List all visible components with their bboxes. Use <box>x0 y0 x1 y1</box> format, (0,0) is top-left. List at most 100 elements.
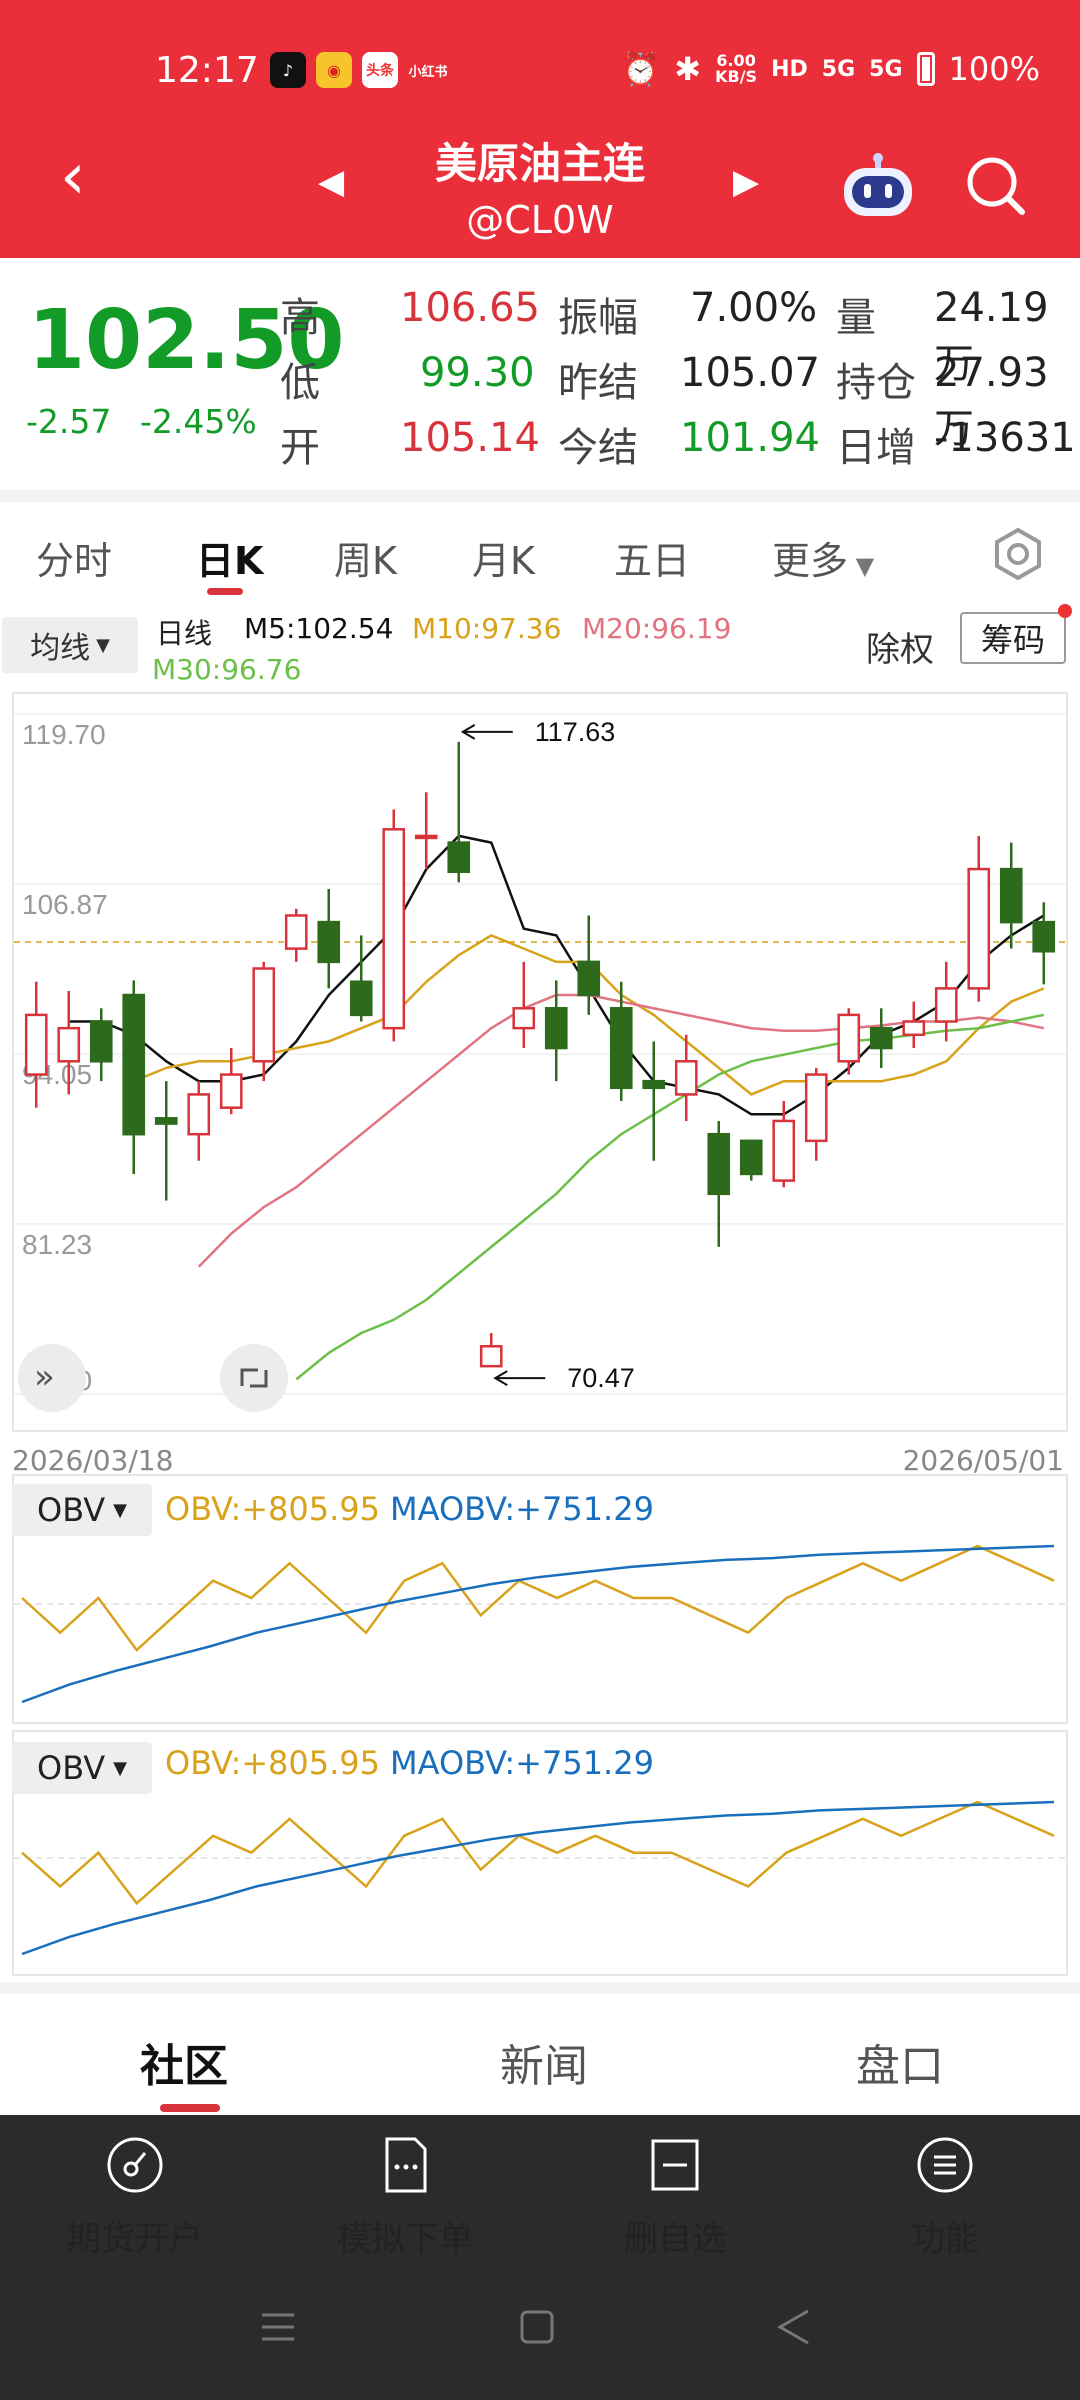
section-divider-2 <box>0 1982 1080 1994</box>
price-change: -2.57 <box>26 402 112 441</box>
obv-selector-2[interactable]: OBV ▼ <box>12 1742 152 1794</box>
obv-value-1: OBV:+805.95 <box>165 1490 380 1528</box>
tab-intraday[interactable]: 分时 <box>36 530 112 585</box>
active-tab-indicator <box>207 588 243 595</box>
open-account-label: 期货开户 <box>67 2219 203 2259</box>
status-notification-icons: ♪ ◉ 头条 小红书 <box>270 52 448 88</box>
annotation-label: 70.47 <box>567 1363 635 1393</box>
tab-daily-k[interactable]: 日K <box>196 530 263 585</box>
weibo-icon: ◉ <box>316 52 352 88</box>
tab-monthly-k[interactable]: 月K <box>472 530 535 585</box>
settle-value: 101.94 <box>680 415 820 461</box>
fullscreen-button[interactable] <box>220 1344 288 1412</box>
candle[interactable] <box>804 1067 828 1161</box>
price-change-pct: -2.45% <box>140 402 257 441</box>
signal-5g-1: 5G <box>821 56 856 82</box>
obv-selector-1[interactable]: OBV ▼ <box>12 1484 152 1536</box>
open-account-button[interactable]: 期货开户 <box>35 2135 235 2260</box>
tab-news[interactable]: 新闻 <box>500 2030 588 2094</box>
search-icon[interactable] <box>960 150 1030 220</box>
battery-icon <box>916 52 935 86</box>
amplitude-label: 振幅 <box>558 295 638 341</box>
high-label: 高 <box>280 295 320 341</box>
minus-square-icon <box>651 2139 699 2191</box>
back-nav-icon[interactable] <box>774 2305 814 2349</box>
candle[interactable] <box>902 1001 926 1049</box>
menu-circle-icon <box>917 2137 973 2193</box>
tab-five-day[interactable]: 五日 <box>614 530 690 585</box>
candle[interactable] <box>382 809 406 1042</box>
candle[interactable] <box>999 842 1023 949</box>
candle[interactable] <box>187 1081 211 1161</box>
candle[interactable] <box>154 1081 178 1201</box>
kline-svg: 119.70106.8794.0581.2368.40117.6370.47» <box>14 713 1066 1412</box>
page-subtitle: @CL0W <box>466 198 614 242</box>
candle[interactable] <box>642 1041 666 1161</box>
open-value: 105.14 <box>400 415 540 461</box>
y-tick-label: 81.23 <box>22 1229 92 1260</box>
candle[interactable] <box>252 961 276 1082</box>
status-indicators: ⏰ ✱ 6.00 KB/S HD 5G 5G 100% <box>620 50 1040 88</box>
m10-value: M10:97.36 <box>412 612 562 645</box>
obv-line <box>21 1544 1055 1652</box>
maobv-value-2: MAOBV:+751.29 <box>390 1744 654 1782</box>
candle[interactable] <box>89 1008 113 1082</box>
simulated-order-label: 模拟下单 <box>337 2219 473 2259</box>
app-header: 12:17 ♪ ◉ 头条 小红书 ⏰ ✱ 6.00 KB/S HD 5G 5G 1… <box>0 0 1080 258</box>
menu-nav-icon[interactable] <box>258 2305 298 2349</box>
candle[interactable] <box>447 741 471 883</box>
prev-settle-value: 105.07 <box>680 350 820 396</box>
candle[interactable] <box>707 1120 731 1247</box>
candle[interactable] <box>219 1048 243 1115</box>
candle[interactable] <box>479 1333 503 1368</box>
next-contract-icon[interactable]: ▶ <box>733 162 759 202</box>
candle[interactable] <box>869 1008 893 1068</box>
notification-dot <box>1058 604 1072 618</box>
maobv-line <box>21 1800 1055 1956</box>
oi-label: 持仓 <box>836 360 916 406</box>
functions-label: 功能 <box>911 2219 979 2259</box>
x-axis-end-date: 2026/05/01 <box>902 1444 1064 1477</box>
back-icon[interactable]: ‹ <box>60 145 120 225</box>
compass-icon <box>107 2137 163 2193</box>
chevron-down-icon: ▼ <box>113 1499 127 1521</box>
kline-chart[interactable]: 119.70106.8794.0581.2368.40117.6370.47» <box>12 692 1068 1432</box>
candle[interactable] <box>349 935 373 1022</box>
obv-value-2: OBV:+805.95 <box>165 1744 380 1782</box>
remove-watchlist-label: 删自选 <box>624 2219 726 2259</box>
robot-assistant-icon[interactable] <box>838 150 918 220</box>
battery-level: 100% <box>948 50 1040 88</box>
candle[interactable] <box>414 792 438 870</box>
prev-contract-icon[interactable]: ◀ <box>318 162 344 202</box>
bottom-tab-indicator <box>160 2104 220 2112</box>
remove-watchlist-button[interactable]: 删自选 <box>575 2135 775 2260</box>
y-tick-label: 119.70 <box>22 719 106 750</box>
daily-inc-label: 日增 <box>836 425 916 471</box>
section-divider <box>0 490 1080 502</box>
tab-community[interactable]: 社区 <box>140 2030 228 2094</box>
candle[interactable] <box>837 1008 861 1075</box>
tab-weekly-k[interactable]: 周K <box>334 530 397 585</box>
tab-order-book[interactable]: 盘口 <box>856 2030 944 2094</box>
ma-selector[interactable]: 均线 ▼ <box>2 617 138 673</box>
home-nav-icon[interactable] <box>517 2305 557 2349</box>
expand-left-button[interactable]: » <box>18 1344 86 1412</box>
functions-button[interactable]: 功能 <box>845 2135 1045 2260</box>
chip-distribution-button[interactable]: 筹码 <box>960 612 1066 664</box>
candle[interactable] <box>1032 902 1056 985</box>
m30-value: M30:96.76 <box>152 653 302 686</box>
ex-rights-toggle[interactable]: 除权 <box>866 622 934 671</box>
obv-line <box>21 1800 1055 1906</box>
alarm-icon: ⏰ <box>620 50 661 88</box>
candle[interactable] <box>284 908 308 962</box>
document-icon <box>385 2137 427 2193</box>
candle[interactable] <box>317 888 341 989</box>
simulated-order-button[interactable]: 模拟下单 <box>305 2135 505 2260</box>
settings-gear-icon[interactable] <box>988 524 1048 584</box>
candle[interactable] <box>967 835 991 1002</box>
x-axis-start-date: 2026/03/18 <box>12 1444 174 1477</box>
low-value: 99.30 <box>420 350 535 396</box>
candle[interactable] <box>122 980 146 1174</box>
tab-more[interactable]: 更多 ▼ <box>772 530 874 585</box>
candle[interactable] <box>739 1139 763 1181</box>
